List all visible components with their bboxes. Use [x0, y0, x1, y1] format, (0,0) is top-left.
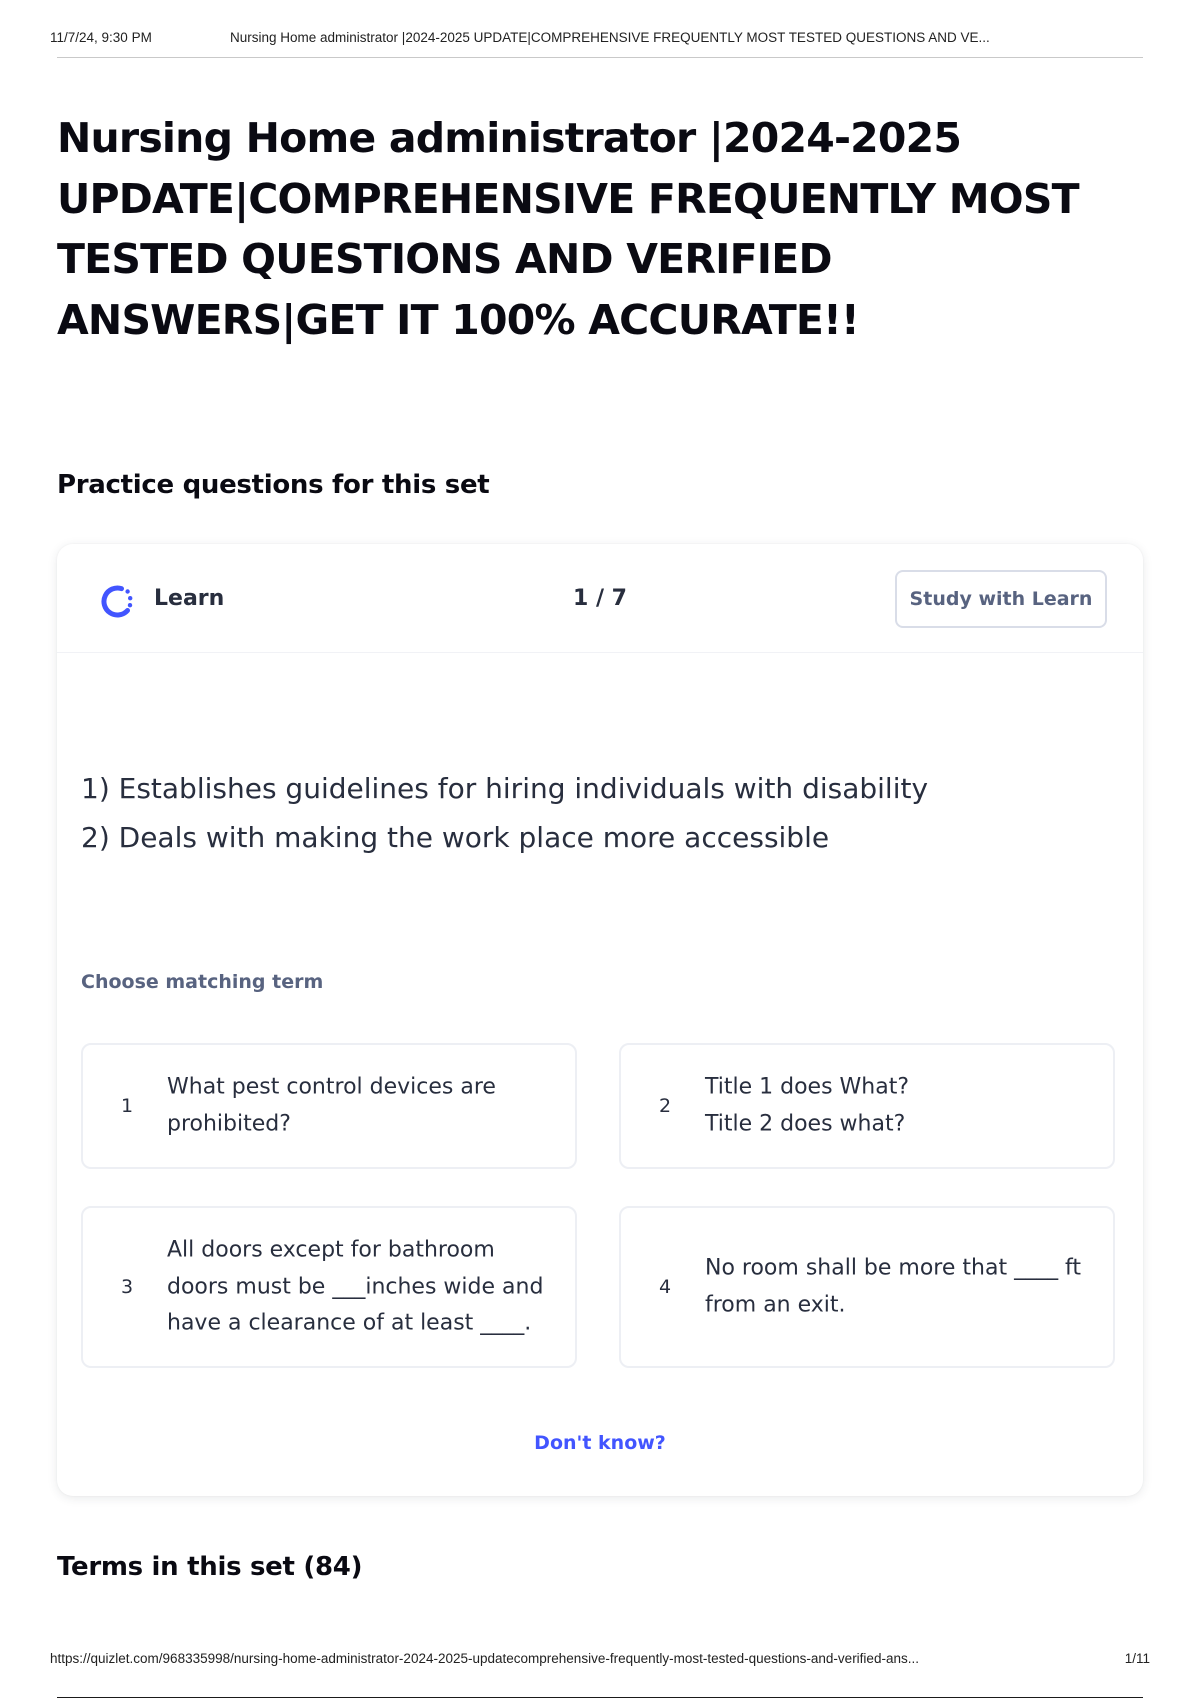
- answer-option-3[interactable]: 3 All doors except for bathroom doors mu…: [81, 1206, 577, 1368]
- footer-divider: [57, 1697, 1143, 1698]
- card-header: Learn 1 / 7 Study with Learn: [57, 544, 1143, 653]
- terms-heading: Terms in this set (84): [57, 1552, 363, 1582]
- option-text: All doors except for bathroom doors must…: [167, 1237, 544, 1336]
- dont-know-link[interactable]: Don't know?: [57, 1432, 1143, 1454]
- answer-option-1[interactable]: 1 What pest control devices are prohibit…: [81, 1043, 577, 1169]
- page-title: Nursing Home administrator |2024-2025 UP…: [57, 114, 1080, 344]
- answer-option-2[interactable]: 2 Title 1 does What? Title 2 does what?: [619, 1043, 1115, 1169]
- option-number: 2: [659, 1095, 672, 1117]
- print-page-number: 1/11: [1124, 1651, 1150, 1666]
- option-text: What pest control devices are prohibited…: [167, 1074, 496, 1137]
- prompt-line: 2) Deals with making the work place more…: [81, 821, 830, 854]
- option-text: Title 1 does What? Title 2 does what?: [705, 1074, 910, 1137]
- answer-option-4[interactable]: 4 No room shall be more that ____ ft fro…: [619, 1206, 1115, 1368]
- option-text: No room shall be more that ____ ft from …: [705, 1255, 1082, 1318]
- study-with-learn-button[interactable]: Study with Learn: [895, 570, 1107, 628]
- print-url: https://quizlet.com/968335998/nursing-ho…: [50, 1651, 919, 1666]
- question-prompt: 1) Establishes guidelines for hiring ind…: [81, 764, 928, 862]
- option-number: 4: [659, 1276, 672, 1298]
- print-footer: https://quizlet.com/968335998/nursing-ho…: [50, 1651, 1150, 1666]
- option-number: 1: [121, 1095, 134, 1117]
- prompt-line: 1) Establishes guidelines for hiring ind…: [81, 772, 929, 805]
- choose-matching-term-label: Choose matching term: [81, 971, 324, 993]
- print-page-title: Nursing Home administrator |2024-2025 UP…: [230, 30, 990, 45]
- learn-practice-card: Learn 1 / 7 Study with Learn 1) Establis…: [57, 544, 1143, 1496]
- header-divider: [57, 57, 1143, 58]
- practice-heading: Practice questions for this set: [57, 470, 490, 500]
- print-date: 11/7/24, 9:30 PM: [50, 30, 152, 45]
- print-header: 11/7/24, 9:30 PM Nursing Home administra…: [50, 30, 1143, 45]
- option-number: 3: [121, 1276, 134, 1298]
